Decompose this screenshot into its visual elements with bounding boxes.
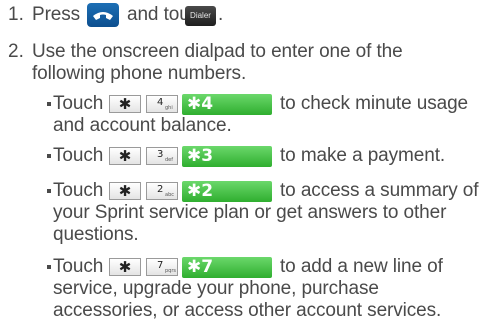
digit-key-number: 3: [157, 149, 164, 160]
digit-key-icon: 2 abc: [146, 182, 178, 200]
bullet-1-touch: Touch: [53, 93, 104, 114]
digit-key-letters: def: [165, 157, 174, 163]
star-key-icon: ✱: [109, 95, 141, 113]
bullet-4-line-2: service, upgrade your phone, purchase: [53, 278, 379, 299]
bullet-3-line-2: your Sprint service plan or get answers …: [53, 202, 447, 223]
bullet-3-touch: Touch: [53, 180, 104, 201]
star-key-icon: ✱: [109, 182, 141, 200]
bullet-3-line-3: questions.: [53, 224, 139, 245]
digit-key-letters: abc: [165, 192, 174, 198]
digit-key-icon: 3 def: [146, 147, 178, 165]
dial-code-display: ✱7: [182, 257, 272, 278]
bullet-4-touch: Touch: [53, 256, 104, 277]
star-key-icon: ✱: [109, 258, 141, 276]
step-2-line-1: Use the onscreen dialpad to enter one of…: [32, 41, 403, 62]
digit-key-icon: 4 ghi: [146, 95, 178, 113]
bullet-1-line-1: to check minute usage: [280, 93, 469, 114]
bullet-marker: [47, 154, 51, 158]
bullet-marker: [47, 102, 51, 106]
bullet-2-line-1: to make a payment.: [280, 145, 446, 166]
bullet-3-line-1: to access a summary of: [280, 180, 479, 201]
digit-key-letters: ghi: [165, 105, 173, 111]
step-2-line-2: following phone numbers.: [32, 63, 247, 84]
dial-code-display: ✱3: [182, 146, 272, 167]
star-key-icon: ✱: [109, 147, 141, 165]
digit-key-letters: pqrs: [165, 268, 177, 274]
bullet-1-line-2: and account balance.: [53, 115, 232, 136]
bullet-marker: [47, 189, 51, 193]
dial-code-display: ✱4: [182, 94, 272, 115]
phone-handset-icon: [87, 3, 119, 27]
bullet-marker: [47, 265, 51, 269]
digit-key-number: 4: [157, 97, 164, 108]
step-1-text-before: Press: [32, 4, 81, 25]
step-2-number: 2.: [8, 41, 24, 62]
step-1-number: 1.: [8, 4, 24, 25]
dialer-icon: Dialer: [185, 6, 216, 26]
digit-key-number: 7: [157, 260, 164, 271]
dial-code-display: ✱2: [182, 181, 272, 202]
digit-key-icon: 7 pqrs: [146, 258, 178, 276]
step-1-text-after: .: [218, 4, 224, 25]
bullet-4-line-1: to add a new line of: [280, 256, 443, 277]
instruction-document: 1. Press and touch Dialer . 2. Use the o…: [0, 0, 485, 333]
bullet-4-line-3: accessories, or access other account ser…: [53, 300, 442, 321]
digit-key-number: 2: [157, 184, 164, 195]
bullet-2-touch: Touch: [53, 145, 104, 166]
